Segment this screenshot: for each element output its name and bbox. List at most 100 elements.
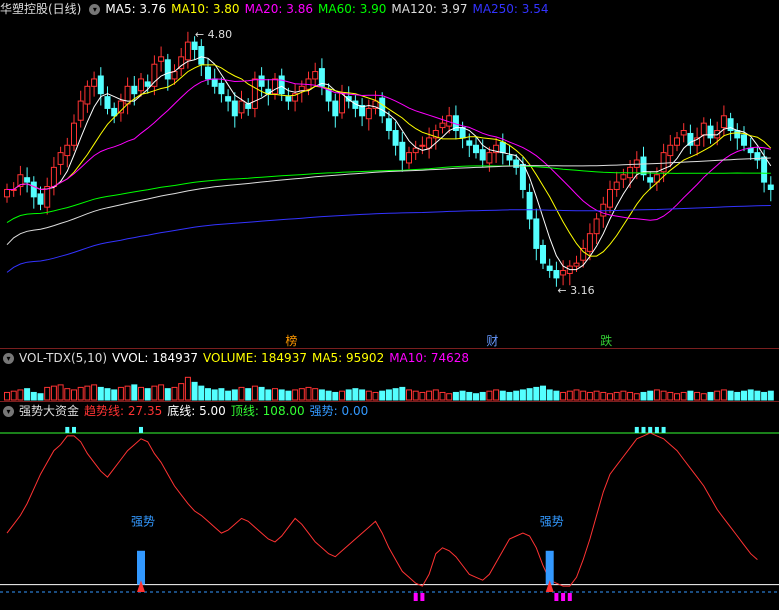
volume-bar [245,388,252,401]
volume-bar [339,390,345,401]
volume-bar [144,388,151,401]
volume-bar [191,381,198,401]
volume-bar [620,390,627,401]
volume-bar [513,390,520,401]
ma120-line [6,157,771,246]
top-mark [641,426,646,433]
volume-bar [91,384,98,401]
volume-bar [158,384,165,401]
volume-bar [653,389,660,401]
candle-down [506,155,513,161]
volume-bar [560,391,567,401]
volume-bar [231,389,238,401]
candle-down [211,78,218,87]
candle-up [77,100,84,121]
top-mark [65,426,70,433]
volume-bar [674,393,680,401]
volume-bar [211,389,218,401]
candle-up [171,71,178,80]
volume-bar [151,385,158,401]
volume-bar [218,388,225,401]
candle-down [97,75,104,95]
volume-bar [613,391,620,401]
volume-bar [640,391,647,401]
candle-up [613,181,620,190]
ma250-line [6,205,771,273]
strength-signal-label: 强势 [540,515,564,529]
top-mark [72,426,76,433]
volume-bar [419,391,426,401]
volume-bar [37,393,44,401]
candle-up [720,115,727,129]
candle-up [158,56,165,62]
candle-down [526,191,533,220]
candle-down [258,75,265,87]
event-marker-0: 榜 [285,333,297,348]
volume-bar [272,388,278,401]
candle-up [251,78,258,109]
ma10-line [7,64,772,257]
candle-up [593,218,600,235]
candle-down [767,184,774,190]
volume-bar [761,391,768,401]
volume-bar [647,390,654,401]
candle-up [607,188,613,208]
volume-bar [533,386,540,401]
volume-bar [64,388,71,401]
candle-down [540,244,546,264]
candle-down [231,100,238,117]
candle-down [466,140,473,146]
volume-bar [385,389,392,401]
volume-bar [600,391,607,401]
candle-down [546,265,553,272]
candle-up [680,130,687,136]
bottom-mark [420,593,425,601]
volume-bar [365,390,372,401]
candle-up [560,270,567,276]
candle-up [365,107,372,120]
candle-down [205,66,211,80]
volume-bar [30,391,37,401]
volume-bar [278,389,285,401]
candle-down [761,156,768,183]
volume-bar [432,389,439,401]
volume-bar [406,389,412,401]
candle-up [91,78,98,87]
volume-bar [627,391,634,401]
candle-up [184,41,191,61]
candle-down [191,41,198,50]
volume-bar [332,391,339,401]
volume-bar [318,389,325,401]
volume-bar [325,390,332,401]
event-marker-1: 财 [486,334,498,348]
candle-up [439,122,446,129]
volume-bar [720,389,727,401]
volume-bar [399,386,406,401]
volume-bar [486,390,493,401]
candle-down [225,96,232,102]
volume-bar [519,389,526,401]
volume-bar [412,390,419,401]
candle-down [332,100,339,117]
volume-bar [452,391,459,401]
candle-down [285,96,292,102]
candle-up [620,174,627,180]
volume-bar [97,386,104,401]
volume-bar [493,389,500,401]
volume-bar [178,383,185,401]
volume-bar [580,390,587,401]
volume-bar [767,390,774,401]
candle-down [499,141,506,154]
chart-canvas: ← 4.80 ← 3.16 榜 财 跌强势 强势 [0,28,779,601]
candle-up [419,144,426,147]
top-mark [634,426,639,433]
candle-up [151,63,158,87]
volume-bar [285,390,292,401]
strength-bar [137,550,145,585]
candle-down [741,134,747,146]
volume-bar [184,376,191,401]
candle-up [486,152,493,164]
candle-up [238,100,245,114]
candle-down [533,218,540,249]
candle-up [586,233,593,252]
